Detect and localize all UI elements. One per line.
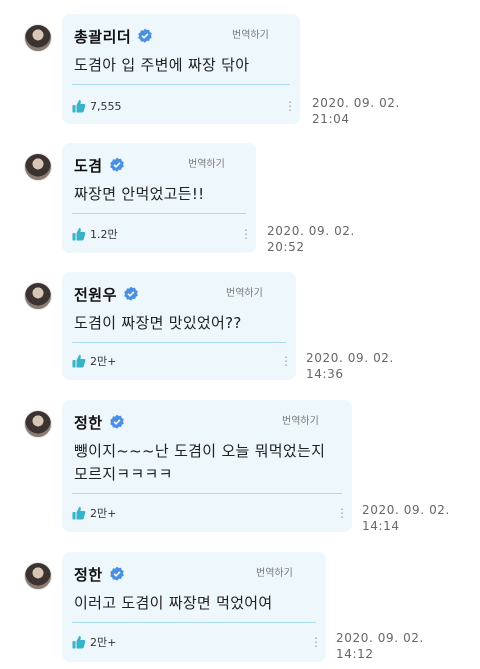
avatar[interactable]	[24, 410, 52, 438]
thumbs-up-icon	[72, 507, 86, 520]
divider	[72, 622, 316, 623]
divider	[72, 342, 286, 343]
like-area[interactable]: 2만+	[72, 352, 116, 370]
timestamp: 2020. 09. 02. 20:52	[267, 223, 355, 255]
timestamp-time: 14:14	[362, 519, 400, 533]
comment-item: 정한 번역하기 이러고 도겸이 짜장면 먹었어여 2만+ ⋮ 2020. 09.…	[0, 552, 480, 662]
timestamp-time: 14:36	[306, 367, 344, 381]
comment-feed: 총괄리더 번역하기 도겸아 입 주변에 짜장 닦아 7,555 ⋮ 2020. …	[0, 0, 480, 669]
comment-text: 도겸이 짜장면 맛있었어??	[74, 314, 242, 332]
more-vertical-icon[interactable]: ⋮	[280, 355, 292, 367]
comment-text: 짜장면 안먹었고든!!	[74, 185, 205, 203]
like-area[interactable]: 7,555	[72, 97, 122, 115]
comment-text: 도겸아 입 주변에 짜장 닦아	[74, 56, 250, 74]
thumbs-up-icon	[72, 100, 86, 113]
more-vertical-icon[interactable]: ⋮	[336, 507, 348, 519]
avatar[interactable]	[24, 24, 52, 52]
thumbs-up-icon	[72, 355, 86, 368]
comment-item: 총괄리더 번역하기 도겸아 입 주변에 짜장 닦아 7,555 ⋮ 2020. …	[0, 14, 480, 127]
translate-button[interactable]: 번역하기	[232, 26, 269, 41]
more-vertical-icon[interactable]: ⋮	[240, 228, 252, 240]
comment-item: 정한 번역하기 뺑이지~~~난 도겸이 오늘 뭐먹었는지 모르지ㅋㅋㅋㅋ 2만+…	[0, 400, 480, 534]
like-area[interactable]: 1.2만	[72, 225, 118, 243]
verified-badge-icon	[124, 286, 138, 301]
thumbs-up-icon	[72, 228, 86, 241]
comment-item: 전원우 번역하기 도겸이 짜장면 맛있었어?? 2만+ ⋮ 2020. 09. …	[0, 272, 480, 382]
timestamp-date: 2020. 09. 02.	[362, 503, 450, 517]
like-count: 2만+	[90, 507, 117, 520]
timestamp-date: 2020. 09. 02.	[267, 224, 355, 238]
avatar[interactable]	[24, 153, 52, 181]
comment-text: 뺑이지~~~난 도겸이 오늘 뭐먹었는지 모르지ㅋㅋㅋㅋ	[74, 442, 326, 483]
like-area[interactable]: 2만+	[72, 504, 116, 522]
timestamp-time: 20:52	[267, 240, 305, 254]
divider	[72, 84, 290, 85]
timestamp: 2020. 09. 02. 14:14	[362, 502, 450, 534]
translate-button[interactable]: 번역하기	[226, 284, 263, 299]
comment-bubble: 전원우 번역하기 도겸이 짜장면 맛있었어?? 2만+ ⋮	[62, 272, 296, 380]
author-name[interactable]: 총괄리더	[74, 26, 131, 47]
timestamp-date: 2020. 09. 02.	[336, 631, 424, 645]
avatar[interactable]	[24, 562, 52, 590]
timestamp: 2020. 09. 02. 14:12	[336, 630, 424, 662]
thumbs-up-icon	[72, 636, 86, 649]
verified-badge-icon	[109, 566, 124, 581]
verified-badge-icon	[138, 28, 153, 43]
comment-bubble: 총괄리더 번역하기 도겸아 입 주변에 짜장 닦아 7,555 ⋮	[62, 14, 300, 124]
like-count: 2만+	[90, 355, 117, 368]
verified-badge-icon	[109, 157, 124, 172]
author-name[interactable]: 정한	[74, 412, 103, 433]
comment-bubble: 도겸 번역하기 짜장면 안먹었고든!! 1.2만 ⋮	[62, 143, 256, 253]
timestamp-date: 2020. 09. 02.	[312, 96, 400, 110]
like-count: 7,555	[90, 99, 122, 113]
like-area[interactable]: 2만+	[72, 633, 116, 651]
verified-badge-icon	[109, 414, 124, 429]
more-vertical-icon[interactable]: ⋮	[310, 636, 322, 648]
comment-bubble: 정한 번역하기 이러고 도겸이 짜장면 먹었어여 2만+ ⋮	[62, 552, 326, 662]
comment-text: 이러고 도겸이 짜장면 먹었어여	[74, 594, 273, 612]
like-count: 2만+	[90, 636, 117, 649]
timestamp: 2020. 09. 02. 14:36	[306, 350, 394, 382]
translate-button[interactable]: 번역하기	[282, 412, 319, 427]
translate-button[interactable]: 번역하기	[256, 564, 293, 579]
translate-button[interactable]: 번역하기	[188, 155, 225, 170]
author-name[interactable]: 도겸	[74, 155, 103, 176]
more-vertical-icon[interactable]: ⋮	[284, 100, 296, 112]
comment-bubble: 정한 번역하기 뺑이지~~~난 도겸이 오늘 뭐먹었는지 모르지ㅋㅋㅋㅋ 2만+…	[62, 400, 352, 532]
author-name[interactable]: 정한	[74, 564, 103, 585]
divider	[72, 493, 342, 494]
timestamp-date: 2020. 09. 02.	[306, 351, 394, 365]
timestamp: 2020. 09. 02. 21:04	[312, 95, 400, 127]
like-count: 1.2만	[90, 228, 118, 241]
divider	[72, 213, 246, 214]
avatar[interactable]	[24, 282, 52, 310]
timestamp-time: 21:04	[312, 112, 350, 126]
comment-item: 도겸 번역하기 짜장면 안먹었고든!! 1.2만 ⋮ 2020. 09. 02.…	[0, 143, 480, 255]
author-name[interactable]: 전원우	[74, 284, 117, 305]
timestamp-time: 14:12	[336, 647, 374, 661]
